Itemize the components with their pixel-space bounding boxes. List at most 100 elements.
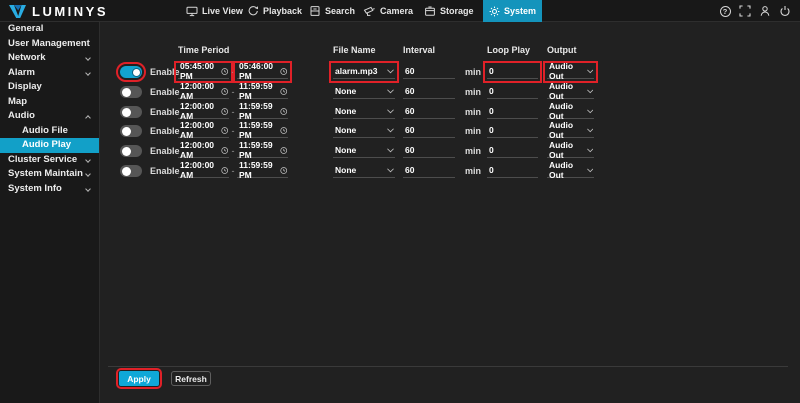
start-time-field[interactable]: 12:00:00 AM bbox=[178, 85, 229, 99]
frame-capture-icon[interactable] bbox=[739, 5, 751, 17]
sidebar-item-display[interactable]: Display bbox=[0, 80, 99, 95]
output-select[interactable]: Audio Out bbox=[547, 144, 594, 158]
sidebar-item-audio-file[interactable]: Audio File bbox=[0, 124, 99, 139]
sidebar-item-map[interactable]: Map bbox=[0, 95, 99, 110]
time-range-separator: - bbox=[229, 107, 237, 117]
chevron-down-icon bbox=[85, 157, 91, 163]
tab-system-active[interactable]: System bbox=[483, 0, 542, 22]
enable-toggle[interactable] bbox=[120, 165, 142, 177]
file-name-select[interactable]: None bbox=[333, 85, 395, 99]
chevron-down-icon bbox=[387, 89, 394, 94]
end-time-field[interactable]: 11:59:59 PM bbox=[237, 105, 288, 119]
chevron-down-icon bbox=[587, 168, 593, 173]
interval-input[interactable]: 60 bbox=[403, 124, 455, 138]
end-time-field[interactable]: 11:59:59 PM bbox=[237, 144, 288, 158]
enable-toggle[interactable] bbox=[120, 106, 142, 118]
camera-icon bbox=[363, 5, 376, 17]
time-range-separator: - bbox=[229, 67, 237, 77]
tab-live-view[interactable]: Live View bbox=[186, 0, 243, 22]
file-name-select[interactable]: alarm.mp3 bbox=[333, 65, 395, 79]
tab-search[interactable]: Search bbox=[309, 0, 355, 22]
start-time-field[interactable]: 12:00:00 AM bbox=[178, 124, 229, 138]
time-range-separator: - bbox=[229, 87, 237, 97]
file-name-select[interactable]: None bbox=[333, 105, 395, 119]
time-range-separator: - bbox=[229, 166, 237, 176]
loop-play-input[interactable]: 0 bbox=[487, 65, 538, 79]
enable-toggle[interactable] bbox=[120, 145, 142, 157]
loop-play-input[interactable]: 0 bbox=[487, 144, 538, 158]
sidebar-item-network[interactable]: Network bbox=[0, 51, 99, 66]
refresh-button[interactable]: Refresh bbox=[171, 371, 211, 386]
sidebar-item-audio-play[interactable]: Audio Play bbox=[0, 138, 99, 153]
output-select[interactable]: Audio Out bbox=[547, 65, 594, 79]
enable-label: Enable bbox=[150, 107, 180, 117]
footer-divider bbox=[108, 366, 788, 367]
table-row: Enable 05:45:00 PM - 05:46:00 PM alarm.m… bbox=[100, 62, 800, 82]
loop-play-input[interactable]: 0 bbox=[487, 124, 538, 138]
end-time-field[interactable]: 11:59:59 PM bbox=[237, 85, 288, 99]
enable-toggle[interactable] bbox=[120, 86, 142, 98]
chevron-down-icon bbox=[85, 186, 91, 192]
chevron-down-icon bbox=[387, 109, 394, 114]
sidebar-item-user-management[interactable]: User Management bbox=[0, 37, 99, 52]
user-glyph bbox=[759, 5, 771, 17]
help-icon[interactable]: ? bbox=[719, 5, 731, 17]
output-select[interactable]: Audio Out bbox=[547, 85, 594, 99]
tab-storage[interactable]: Storage bbox=[424, 0, 474, 22]
file-name-select[interactable]: None bbox=[333, 144, 395, 158]
file-name-select[interactable]: None bbox=[333, 164, 395, 178]
end-time-field[interactable]: 11:59:59 PM bbox=[237, 164, 288, 178]
sidebar-item-alarm[interactable]: Alarm bbox=[0, 66, 99, 81]
sidebar-item-audio[interactable]: Audio bbox=[0, 109, 99, 124]
enable-label: Enable bbox=[150, 126, 180, 136]
end-time-field[interactable]: 11:59:59 PM bbox=[237, 124, 288, 138]
table-row: Enable 12:00:00 AM - 11:59:59 PM None 60… bbox=[100, 161, 800, 181]
table-row: Enable 12:00:00 AM - 11:59:59 PM None 60… bbox=[100, 141, 800, 161]
settings-sidebar: General User Management Network Alarm Di… bbox=[0, 22, 100, 403]
sidebar-item-system-maintain[interactable]: System Maintain bbox=[0, 167, 99, 182]
output-select[interactable]: Audio Out bbox=[547, 124, 594, 138]
loop-play-input[interactable]: 0 bbox=[487, 85, 538, 99]
interval-input[interactable]: 60 bbox=[403, 164, 455, 178]
chevron-down-icon bbox=[387, 168, 394, 173]
clock-icon bbox=[280, 107, 287, 116]
clock-icon bbox=[221, 126, 228, 135]
tab-label: Storage bbox=[440, 6, 474, 16]
interval-input[interactable]: 60 bbox=[403, 105, 455, 119]
interval-input[interactable]: 60 bbox=[403, 65, 455, 79]
clock-icon bbox=[280, 146, 287, 155]
interval-input[interactable]: 60 bbox=[403, 85, 455, 99]
clock-icon bbox=[221, 166, 228, 175]
end-time-field[interactable]: 05:46:00 PM bbox=[237, 65, 288, 79]
sidebar-item-cluster-service[interactable]: Cluster Service bbox=[0, 153, 99, 168]
chevron-down-icon bbox=[587, 109, 593, 114]
toggle-knob bbox=[122, 108, 131, 117]
sidebar-item-system-info[interactable]: System Info bbox=[0, 182, 99, 197]
toggle-knob bbox=[122, 127, 131, 136]
tab-label: Search bbox=[325, 6, 355, 16]
output-select[interactable]: Audio Out bbox=[547, 164, 594, 178]
tab-playback[interactable]: Playback bbox=[247, 0, 302, 22]
luminys-logo-icon bbox=[8, 4, 27, 19]
start-time-field[interactable]: 12:00:00 AM bbox=[178, 105, 229, 119]
file-name-select[interactable]: None bbox=[333, 124, 395, 138]
clock-icon bbox=[280, 166, 287, 175]
tab-label: Playback bbox=[263, 6, 302, 16]
interval-input[interactable]: 60 bbox=[403, 144, 455, 158]
min-unit-label: min bbox=[465, 126, 481, 136]
loop-play-input[interactable]: 0 bbox=[487, 164, 538, 178]
output-select[interactable]: Audio Out bbox=[547, 105, 594, 119]
sidebar-item-general[interactable]: General bbox=[0, 22, 99, 37]
apply-button[interactable]: Apply bbox=[119, 371, 159, 386]
user-icon[interactable] bbox=[759, 5, 771, 17]
tab-camera[interactable]: Camera bbox=[363, 0, 413, 22]
start-time-field[interactable]: 12:00:00 AM bbox=[178, 144, 229, 158]
power-icon[interactable] bbox=[779, 5, 791, 17]
start-time-field[interactable]: 12:00:00 AM bbox=[178, 164, 229, 178]
chevron-down-icon bbox=[587, 128, 593, 133]
enable-toggle[interactable] bbox=[120, 125, 142, 137]
time-range-separator: - bbox=[229, 126, 237, 136]
enable-toggle[interactable] bbox=[120, 66, 142, 78]
start-time-field[interactable]: 05:45:00 PM bbox=[178, 65, 229, 79]
loop-play-input[interactable]: 0 bbox=[487, 105, 538, 119]
